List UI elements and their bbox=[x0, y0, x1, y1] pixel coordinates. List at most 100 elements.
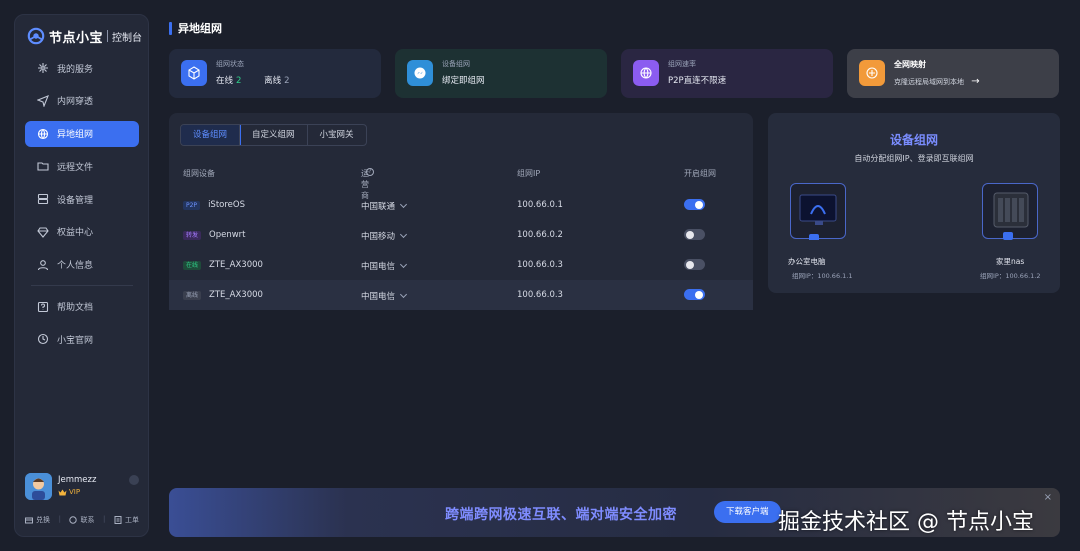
connection-tag: 转发 bbox=[183, 231, 202, 240]
sidebar-item-my-services[interactable]: 我的服务 bbox=[25, 55, 139, 81]
toggle-knob bbox=[686, 230, 694, 239]
network-illustration: 设备组网 自动分配组网IP、登录即互联组网 办公室电脑 组网IP：100.66.… bbox=[768, 113, 1060, 293]
office-computer-label: 办公室电脑 bbox=[788, 257, 826, 266]
brand-divider bbox=[107, 30, 109, 42]
network-tabs: 设备组网 自定义组网 小宝网关 bbox=[180, 124, 367, 146]
chevron-down-icon bbox=[399, 230, 408, 239]
crown-icon bbox=[58, 489, 67, 495]
sidebar-item-profile[interactable]: 个人信息 bbox=[25, 252, 139, 278]
brand-logo-icon bbox=[27, 27, 45, 45]
sidebar-item-label: 远程文件 bbox=[57, 162, 94, 173]
device-cell: 转发 Openwrt bbox=[183, 230, 246, 240]
isp-select[interactable]: 中国电信 bbox=[361, 260, 408, 272]
home-nas-label: 家里nas bbox=[996, 257, 1025, 266]
link-separator: | bbox=[58, 515, 61, 523]
network-status-card: 组网状态 在线 2 离线 2 bbox=[169, 49, 381, 98]
card-value: P2P直连不限速 bbox=[668, 76, 727, 86]
device-cell: 离线 ZTE_AX3000 bbox=[183, 290, 263, 300]
page-title: 异地组网 bbox=[169, 21, 222, 35]
table-row: 在线 ZTE_AX3000 中国电信 100.66.0.3 bbox=[169, 250, 753, 280]
office-computer-ip: 组网IP：100.66.1.1 bbox=[792, 272, 853, 280]
sidebar-item-label: 帮助文档 bbox=[57, 303, 94, 314]
info-icon[interactable]: ? bbox=[366, 168, 374, 176]
global-mapping-card[interactable]: 全网映射 克隆远程局域网到本地 → bbox=[847, 49, 1059, 98]
device-name: ZTE_AX3000 bbox=[209, 290, 263, 300]
download-client-button[interactable]: 下载客户端 bbox=[714, 501, 781, 523]
network-speed-card: 组网速率 P2P直连不限速 bbox=[621, 49, 833, 98]
sidebar-divider bbox=[31, 284, 133, 286]
folder-icon bbox=[37, 162, 49, 171]
sidebar-item-intranet[interactable]: 内网穿透 bbox=[25, 88, 139, 114]
device-network-panel: 设备组网 自定义组网 小宝网关 组网设备 运营商 ? 组网IP 开启组网 P2P… bbox=[169, 113, 753, 310]
service-icon bbox=[38, 63, 48, 73]
user-icon bbox=[37, 259, 49, 270]
device-name: ZTE_AX3000 bbox=[209, 260, 263, 270]
arrow-right-icon: → bbox=[971, 76, 980, 87]
isp-select[interactable]: 中国移动 bbox=[361, 230, 408, 242]
connection-tag: 在线 bbox=[183, 261, 202, 270]
watermark: 掘金技术社区 @ 节点小宝 bbox=[778, 510, 1034, 535]
card-value: 绑定即组网 bbox=[442, 76, 485, 86]
connection-tag: 离线 bbox=[183, 291, 202, 300]
online-label: 在线 bbox=[216, 76, 234, 86]
isp-select[interactable]: 中国电信 bbox=[361, 290, 408, 302]
tab-device-network[interactable]: 设备组网 bbox=[180, 125, 242, 145]
sidebar-item-official-site[interactable]: 小宝官网 bbox=[25, 326, 139, 352]
network-toggle[interactable] bbox=[684, 199, 705, 210]
table-row: P2P iStoreOS 中国联通 100.66.0.1 bbox=[169, 190, 753, 220]
column-header-enable: 开启组网 bbox=[684, 169, 716, 178]
sidebar-item-benefits[interactable]: 权益中心 bbox=[25, 219, 139, 245]
offline-count: 2 bbox=[284, 76, 290, 86]
tab-gateway[interactable]: 小宝网关 bbox=[308, 125, 366, 145]
card-value: 克隆远程局域网到本地 → bbox=[894, 76, 980, 87]
chevron-down-icon[interactable] bbox=[129, 475, 139, 485]
vip-badge: VIP bbox=[58, 488, 80, 496]
toggle-knob bbox=[695, 200, 703, 209]
chevron-down-icon bbox=[399, 200, 408, 209]
ticket-label: 工单 bbox=[124, 516, 139, 524]
mapping-description: 克隆远程局域网到本地 bbox=[894, 78, 964, 86]
device-cell: 在线 ZTE_AX3000 bbox=[183, 260, 263, 270]
brand-name: 节点小宝 bbox=[49, 30, 104, 46]
isp-value: 中国移动 bbox=[361, 232, 396, 242]
tab-custom-network[interactable]: 自定义组网 bbox=[240, 125, 308, 145]
ip-cell: 100.66.0.3 bbox=[517, 290, 563, 300]
contact-link[interactable]: 联系 bbox=[69, 515, 94, 525]
table-row: 转发 Openwrt 中国移动 100.66.0.2 bbox=[169, 220, 753, 250]
sidebar-nav: 我的服务 内网穿透 异地组网 远程文件 设备管理 权益中心 个人信息 帮助文档 … bbox=[25, 55, 139, 359]
network-toggle[interactable] bbox=[684, 229, 705, 240]
banner-text: 跨端跨网极速互联、端对端安全加密 bbox=[445, 507, 677, 523]
user-profile[interactable]: Jemmezz VIP bbox=[25, 473, 139, 503]
sidebar-item-label: 内网穿透 bbox=[57, 97, 94, 108]
isp-value: 中国电信 bbox=[361, 292, 396, 302]
close-icon[interactable]: × bbox=[1044, 492, 1052, 503]
isp-select[interactable]: 中国联通 bbox=[361, 200, 408, 212]
toggle-knob bbox=[686, 260, 694, 269]
toggle-knob bbox=[695, 290, 703, 299]
device-network-card: 设备组网 绑定即组网 bbox=[395, 49, 607, 98]
sidebar-item-remote-files[interactable]: 远程文件 bbox=[25, 153, 139, 179]
title-accent-bar bbox=[169, 21, 172, 35]
chevron-down-icon bbox=[399, 260, 408, 269]
network-toggle[interactable] bbox=[684, 259, 705, 270]
avatar[interactable] bbox=[25, 473, 52, 500]
ticket-link[interactable]: 工单 bbox=[114, 515, 139, 525]
sidebar-item-label: 权益中心 bbox=[57, 228, 94, 239]
network-toggle[interactable] bbox=[684, 289, 705, 300]
chat-icon bbox=[69, 516, 78, 524]
column-header-device: 组网设备 bbox=[183, 169, 215, 178]
ip-cell: 100.66.0.2 bbox=[517, 230, 563, 240]
sidebar-item-help-docs[interactable]: 帮助文档 bbox=[25, 294, 139, 320]
connection-tag: P2P bbox=[183, 201, 201, 210]
card-label: 组网状态 bbox=[216, 60, 244, 68]
brand[interactable]: 节点小宝 控制台 bbox=[27, 25, 142, 47]
isp-value: 中国电信 bbox=[361, 262, 396, 272]
redeem-link[interactable]: 兑换 bbox=[25, 515, 50, 525]
avatar-image-icon bbox=[25, 473, 52, 500]
sidebar-item-remote-network[interactable]: 异地组网 bbox=[25, 120, 139, 147]
sidebar-item-device-management[interactable]: 设备管理 bbox=[25, 186, 139, 212]
redeem-icon bbox=[25, 517, 33, 524]
device-name: iStoreOS bbox=[208, 200, 245, 210]
page-title-text: 异地组网 bbox=[178, 22, 222, 35]
brand-subtitle: 控制台 bbox=[112, 32, 143, 44]
